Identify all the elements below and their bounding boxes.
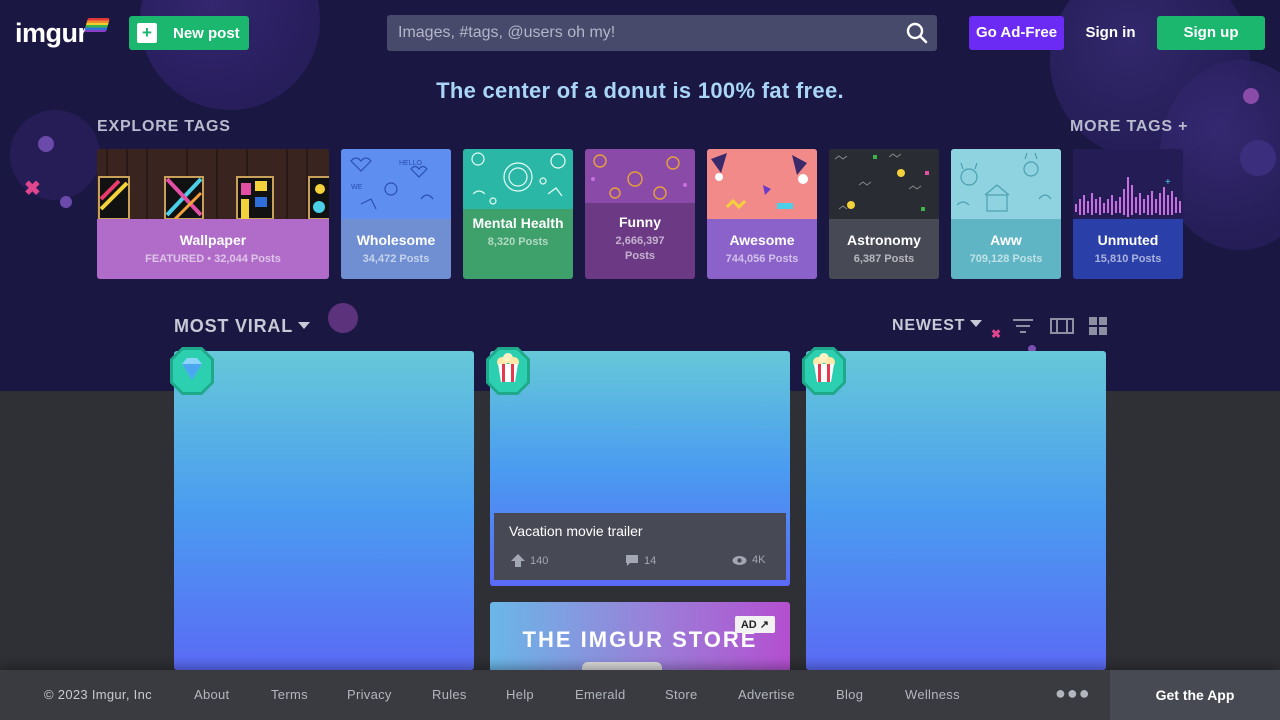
list-view-icon[interactable]: [1050, 316, 1074, 336]
footer-link-terms[interactable]: Terms: [271, 687, 308, 702]
post-card[interactable]: [174, 351, 474, 670]
tag-count: 15,810 Posts: [1094, 253, 1162, 265]
tag-card-aww[interactable]: Aww 709,128 Posts: [951, 149, 1061, 279]
tagline: The center of a donut is 100% fat free.: [436, 78, 844, 103]
sign-up-button[interactable]: Sign up: [1157, 16, 1265, 50]
tag-count: 744,056 Posts: [725, 253, 799, 265]
tag-name: Unmuted: [1097, 232, 1159, 248]
footer-link-wellness[interactable]: Wellness: [905, 687, 960, 702]
comment-icon: [626, 555, 638, 566]
svg-text:HELLO: HELLO: [399, 160, 423, 167]
tag-count: 2,666,397 Posts: [615, 235, 665, 262]
tag-card-funny[interactable]: Funny 2,666,397 Posts: [585, 149, 695, 279]
tag-card-awesome[interactable]: Awesome 744,056 Posts: [707, 149, 817, 279]
tag-card-wallpaper[interactable]: Wallpaper FEATURED • 32,044 Posts: [97, 149, 329, 279]
tag-card-mental-health[interactable]: Mental Health 8,320 Posts: [463, 149, 573, 279]
footer-link-emerald[interactable]: Emerald: [575, 687, 626, 702]
tag-name: Awesome: [729, 232, 795, 248]
sort-label: MOST VIRAL: [174, 316, 293, 336]
tag-name: Wholesome: [356, 232, 436, 248]
tag-name: Astronomy: [847, 232, 921, 248]
tag-count: 6,387 Posts: [853, 253, 915, 265]
get-app-button[interactable]: Get the App: [1110, 670, 1280, 720]
pride-flag-icon: [84, 18, 110, 32]
tag-count: FEATURED • 32,044 Posts: [145, 253, 281, 265]
tag-name: Mental Health: [472, 215, 564, 231]
tag-thumbnail: HELLO WE: [341, 149, 451, 219]
svg-text:+: +: [1165, 177, 1171, 188]
tag-count: 709,128 Posts: [969, 253, 1043, 265]
explore-tags-heading: EXPLORE TAGS: [97, 118, 231, 135]
comment-count: 14: [644, 554, 657, 567]
views-stat: 4K: [732, 554, 765, 566]
filter-icon[interactable]: [1012, 316, 1034, 336]
tag-thumbnail: [97, 149, 329, 221]
post-title: Vacation movie trailer: [509, 523, 643, 539]
comment-stat[interactable]: 14: [625, 554, 656, 567]
grid-view-icon[interactable]: [1088, 316, 1110, 336]
tag-name: Aww: [990, 232, 1022, 248]
footer-link-blog[interactable]: Blog: [836, 687, 863, 702]
tag-card-astronomy[interactable]: Astronomy 6,387 Posts: [829, 149, 939, 279]
tag-info: Unmuted 15,810 Posts: [1073, 219, 1183, 279]
search-input[interactable]: [387, 15, 899, 51]
tag-name: Funny: [619, 214, 661, 230]
tag-info: Aww 709,128 Posts: [951, 219, 1061, 279]
footer-link-rules[interactable]: Rules: [432, 687, 467, 702]
tag-thumbnail: [463, 149, 573, 209]
ad-badge: AD ↗: [734, 616, 775, 633]
tag-count: 8,320 Posts: [487, 236, 549, 248]
sort-dropdown[interactable]: MOST VIRAL: [174, 316, 310, 337]
copyright: © 2023 Imgur, Inc: [44, 687, 152, 702]
tag-count: 34,472 Posts: [362, 253, 430, 265]
chevron-down-icon: [298, 322, 310, 329]
tag-info: Mental Health 8,320 Posts: [463, 209, 573, 279]
search-icon[interactable]: [899, 15, 935, 51]
sign-in-button[interactable]: Sign in: [1078, 16, 1143, 50]
post-caption: Vacation movie trailer 140 14 4K: [494, 513, 786, 580]
tag-name: Wallpaper: [179, 232, 247, 248]
svg-text:WE: WE: [351, 184, 363, 191]
order-dropdown[interactable]: NEWEST: [892, 317, 983, 335]
post-card[interactable]: [806, 351, 1106, 670]
new-post-button[interactable]: + New post: [129, 16, 249, 50]
gem-badge-icon: [170, 347, 214, 395]
tag-thumbnail: [585, 149, 695, 203]
plus-icon: +: [137, 23, 157, 43]
store-ad-card[interactable]: THE IMGUR STORE AD ↗: [490, 602, 790, 672]
more-tags-link[interactable]: MORE TAGS +: [1070, 118, 1188, 136]
search-bar: [387, 15, 937, 51]
tag-thumbnail: [707, 149, 817, 219]
footer-link-privacy[interactable]: Privacy: [347, 687, 392, 702]
go-ad-free-button[interactable]: Go Ad-Free: [969, 16, 1064, 50]
footer-link-help[interactable]: Help: [506, 687, 534, 702]
footer-link-store[interactable]: Store: [665, 687, 698, 702]
tag-info: Awesome 744,056 Posts: [707, 219, 817, 279]
popcorn-badge-icon: [802, 347, 846, 395]
tag-info: Wholesome 34,472 Posts: [341, 219, 451, 279]
imgur-logo[interactable]: imgur: [15, 18, 88, 49]
popcorn-badge-icon: [486, 347, 530, 395]
new-post-label: New post: [173, 24, 240, 42]
upvote-stat[interactable]: 140: [511, 554, 548, 567]
tag-card-wholesome[interactable]: HELLO WE Wholesome 34,472 Posts: [341, 149, 451, 279]
footer-link-advertise[interactable]: Advertise: [738, 687, 795, 702]
tag-thumbnail: +: [1073, 149, 1183, 219]
more-icon[interactable]: ●●●: [1055, 683, 1091, 704]
tag-info: Wallpaper FEATURED • 32,044 Posts: [97, 219, 329, 279]
order-label: NEWEST: [892, 317, 966, 334]
upvote-icon: [511, 554, 525, 567]
footer: © 2023 Imgur, Inc About Terms Privacy Ru…: [0, 670, 1280, 720]
tag-info: Funny 2,666,397 Posts: [585, 203, 695, 279]
upvote-count: 140: [530, 554, 549, 567]
eye-icon: [732, 555, 747, 565]
chevron-down-icon: [970, 320, 983, 327]
tag-card-unmuted[interactable]: + Unmuted 15,810 Posts: [1073, 149, 1183, 279]
footer-link-about[interactable]: About: [194, 687, 229, 702]
tag-thumbnail: [829, 149, 939, 219]
tag-info: Astronomy 6,387 Posts: [829, 219, 939, 279]
views-count: 4K: [752, 554, 766, 566]
tag-thumbnail: [951, 149, 1061, 219]
